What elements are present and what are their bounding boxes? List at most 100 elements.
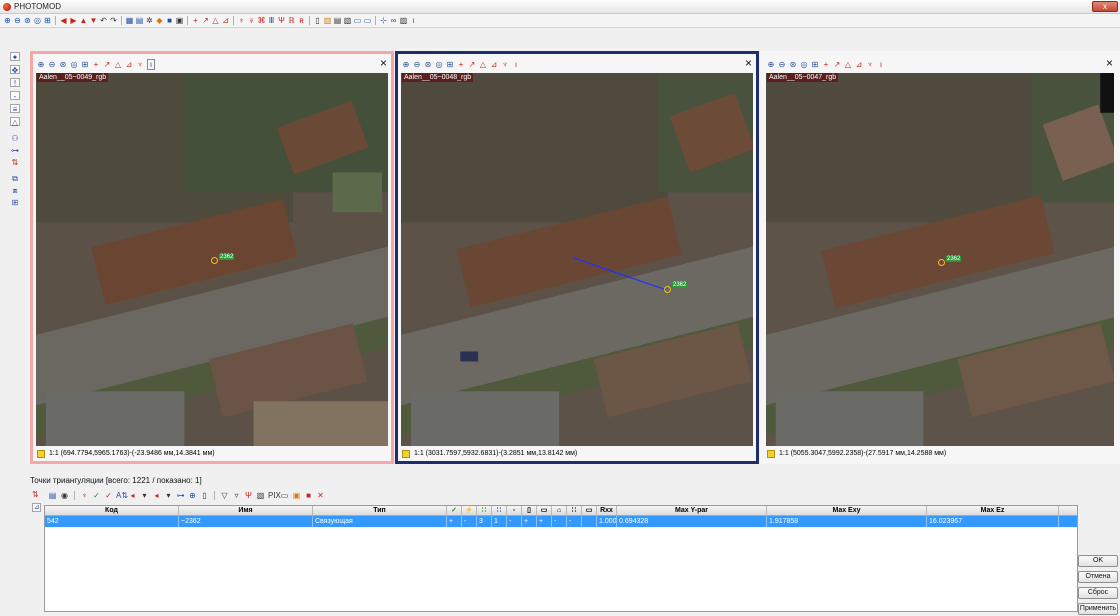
arrow-left-icon[interactable]: ◀	[59, 16, 68, 25]
grid-column-icon[interactable]: ∷	[567, 506, 582, 515]
points-menu-icon[interactable]: ◂	[128, 491, 137, 500]
add-point-icon[interactable]: +	[191, 16, 200, 25]
stats-icon[interactable]: ▭	[353, 16, 362, 25]
copy-icon[interactable]: ⧉	[10, 174, 20, 183]
zoom-window-icon[interactable]: ◎	[800, 60, 808, 69]
column-header[interactable]: Max Y-par	[617, 506, 767, 515]
tie-point-marker[interactable]	[938, 259, 945, 266]
measure-column-icon[interactable]: ▭	[582, 506, 597, 515]
grid-icon[interactable]: ⊞	[43, 16, 52, 25]
column-header[interactable]: Имя	[179, 506, 313, 515]
export-icon[interactable]: ▤	[135, 16, 144, 25]
aerial-image[interactable]: Aalen__05~0047_rgb 2362	[766, 73, 1114, 446]
ok-button[interactable]: OK	[1078, 555, 1118, 567]
apply-button[interactable]: Применить	[1078, 603, 1118, 615]
document-icon[interactable]: ▤	[48, 491, 57, 500]
page-icon[interactable]: Ψ	[277, 16, 286, 25]
cut-icon[interactable]: ♆	[136, 60, 144, 69]
dropdown-icon[interactable]: ▾	[140, 491, 149, 500]
layers-icon[interactable]: ▦	[125, 16, 134, 25]
check-icon[interactable]: ✓	[92, 491, 101, 500]
checked-column-icon[interactable]: ✓	[447, 506, 462, 515]
link-icon[interactable]: ♅	[247, 16, 256, 25]
measure-icon[interactable]: Ψ	[244, 491, 253, 500]
aerial-image[interactable]: Aalen__05~0048_rgb 2362	[401, 73, 753, 446]
xy-column-icon[interactable]: ∷	[477, 506, 492, 515]
zoom-in-icon[interactable]: ⊕	[767, 60, 775, 69]
zoom-out-icon[interactable]: ⊖	[778, 60, 786, 69]
reset-button[interactable]: Сброс	[1078, 587, 1118, 599]
pix-icon[interactable]: PIX	[268, 491, 281, 500]
cut-icon[interactable]: ♆	[80, 491, 89, 500]
close-icon[interactable]: ×	[380, 57, 387, 69]
sort-icon[interactable]: ⇅	[10, 158, 20, 167]
arrow-right-icon[interactable]: ▶	[69, 16, 78, 25]
tie-point-marker[interactable]	[211, 257, 218, 264]
column-header[interactable]: Rxx	[597, 506, 617, 515]
list-icon[interactable]: ≡	[10, 104, 20, 114]
grid-icon[interactable]: ⊞	[446, 60, 454, 69]
filter-icon[interactable]: ▽	[220, 491, 229, 500]
text-icon[interactable]: Ⅲ	[267, 16, 276, 25]
flag-icon[interactable]: ı	[147, 58, 155, 70]
move-point-icon[interactable]: ↗	[103, 60, 111, 69]
mm-icon[interactable]: ▭	[280, 491, 289, 500]
lightning-column-icon[interactable]: ⚡	[462, 506, 477, 515]
delete-point-icon[interactable]: ⊿	[221, 16, 230, 25]
zoom-fit-icon[interactable]: ⊛	[789, 60, 797, 69]
view-icon[interactable]: ▯	[313, 16, 322, 25]
zoom-window-icon[interactable]: ◎	[70, 60, 78, 69]
undo-icon[interactable]: ↶	[99, 16, 108, 25]
tools-icon[interactable]: ✲	[145, 16, 154, 25]
grid-icon[interactable]: ⊞	[81, 60, 89, 69]
check-red-icon[interactable]: ✓	[104, 491, 113, 500]
column-header[interactable]: Max Ez	[927, 506, 1059, 515]
zoom-out-icon[interactable]: ⊖	[13, 16, 22, 25]
select-icon[interactable]: △	[211, 16, 220, 25]
select-icon[interactable]: △	[479, 60, 487, 69]
add-point-icon[interactable]: +	[822, 60, 830, 69]
zoom-out-icon[interactable]: ⊖	[48, 60, 56, 69]
list-icon[interactable]: ʀ	[297, 16, 306, 25]
grid-icon[interactable]: ⊞	[811, 60, 819, 69]
people-icon[interactable]: ⚇	[10, 134, 20, 143]
binoculars-icon[interactable]: ◉	[60, 491, 69, 500]
import-icon[interactable]: ◂	[152, 491, 161, 500]
remove-point-icon[interactable]: ✕	[316, 491, 325, 500]
count-column-icon[interactable]: ∷	[492, 506, 507, 515]
move-point-icon[interactable]: ↗	[833, 60, 841, 69]
delete-point-icon[interactable]: ⊿	[490, 60, 498, 69]
triangle-icon[interactable]: △	[10, 117, 20, 127]
paste-icon[interactable]: ⧈	[10, 186, 20, 195]
zoom-window-icon[interactable]: ◎	[33, 16, 42, 25]
close-icon[interactable]: ×	[745, 57, 752, 69]
arrow-up-icon[interactable]: ▲	[79, 16, 88, 25]
table-icon[interactable]: ℝ	[287, 16, 296, 25]
window-icon[interactable]: ▥	[323, 16, 332, 25]
dropdown-icon[interactable]: ▾	[164, 491, 173, 500]
column-header[interactable]: Тип	[313, 506, 447, 515]
marker-icon[interactable]: ◆	[155, 16, 164, 25]
image-column-icon[interactable]: ▯	[522, 506, 537, 515]
move-point-icon[interactable]: ↗	[201, 16, 210, 25]
cut-icon[interactable]: ♆	[501, 60, 509, 69]
column-header[interactable]: Max Exy	[767, 506, 927, 515]
cut-icon[interactable]: ♆	[237, 16, 246, 25]
pointer-icon[interactable]: ✦	[10, 52, 20, 62]
move-point-icon[interactable]: ↗	[468, 60, 476, 69]
add-point-icon[interactable]: +	[457, 60, 465, 69]
zoom-fit-icon[interactable]: ⊛	[23, 16, 32, 25]
filter-icon[interactable]: ⊿	[32, 503, 41, 512]
flag-icon[interactable]: ı	[512, 60, 520, 69]
select-icon[interactable]: △	[114, 60, 122, 69]
cancel-button[interactable]: Отмена	[1078, 571, 1118, 583]
zoom-fit-icon[interactable]: ⊛	[424, 60, 432, 69]
square-column-icon[interactable]: ▫	[507, 506, 522, 515]
info-icon[interactable]: !	[10, 78, 20, 88]
flag-icon[interactable]: ı	[409, 16, 418, 25]
chart-icon[interactable]: ▧	[256, 491, 265, 500]
zoom-to-point-icon[interactable]: ⊕	[188, 491, 197, 500]
sort-icon[interactable]: ⇅	[32, 490, 39, 499]
settings-icon[interactable]: ▣	[292, 491, 301, 500]
redo-icon[interactable]: ↷	[109, 16, 118, 25]
